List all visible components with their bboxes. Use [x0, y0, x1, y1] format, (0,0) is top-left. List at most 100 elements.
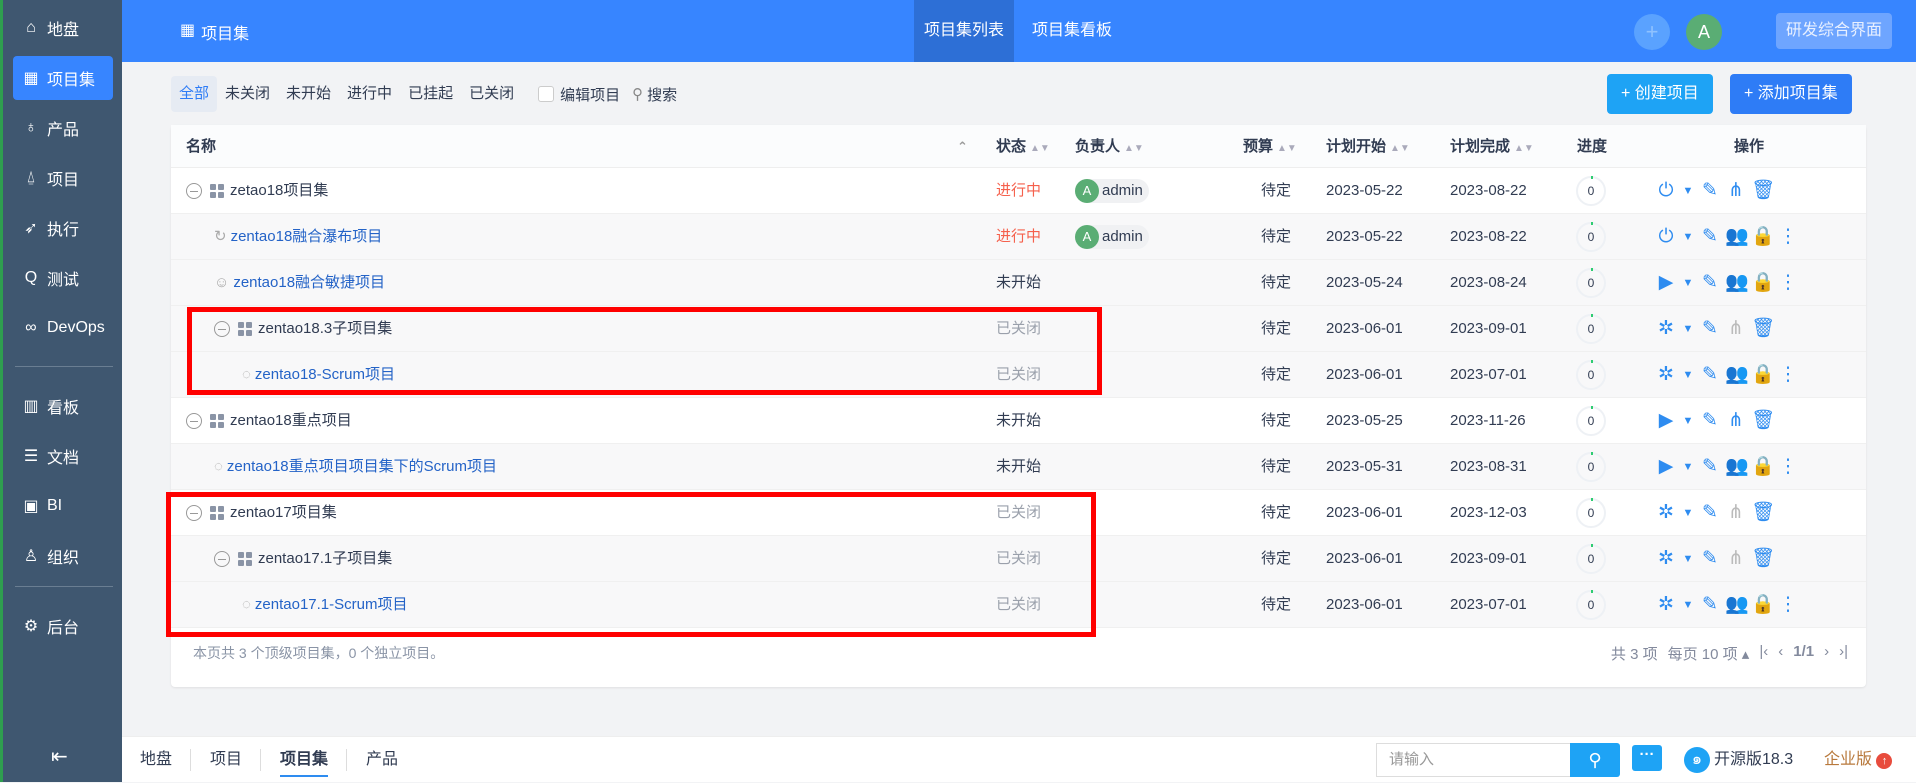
sidebar-item-6[interactable]: ∞ DevOps	[13, 306, 113, 350]
lock-icon[interactable]: 🔒	[1751, 444, 1775, 490]
link-product-icon[interactable]: ⋔	[1725, 306, 1747, 352]
tab-program-kanban[interactable]: 项目集看板	[1022, 0, 1122, 62]
enterprise-upgrade-link[interactable]: 企业版 ↑	[1824, 737, 1893, 783]
edit-icon[interactable]: ✎	[1699, 168, 1721, 214]
pager-per-page[interactable]: 每页 10 项 ▴	[1668, 643, 1750, 664]
sidebar-item-8[interactable]: ☰ 文档	[13, 434, 113, 478]
delete-icon[interactable]: 🗑	[1751, 168, 1775, 214]
switch-interface-button[interactable]: 研发综合界面	[1775, 13, 1892, 49]
sidebar-item-3[interactable]: ⍙ 项目	[13, 156, 113, 200]
project-name-link[interactable]: zentao17.1-Scrum项目	[255, 596, 408, 613]
team-icon[interactable]: 👥	[1725, 582, 1749, 628]
team-icon[interactable]: 👥	[1725, 352, 1749, 398]
more-icon[interactable]: ⋮	[1777, 352, 1799, 398]
bottom-nav-product[interactable]: 产品	[366, 737, 398, 783]
chat-icon[interactable]: ···	[1632, 745, 1662, 771]
project-name-link[interactable]: zentao18融合瀑布项目	[231, 228, 383, 245]
filter-unclosed[interactable]: 未关闭	[217, 76, 278, 112]
collapse-icon[interactable]	[186, 413, 202, 430]
create-project-button[interactable]: + 创建项目	[1607, 74, 1713, 114]
search-toggle[interactable]: 搜索	[647, 84, 677, 105]
start-icon[interactable]: ▶	[1655, 444, 1677, 490]
project-name-link[interactable]: zentao18-Scrum项目	[255, 366, 395, 383]
lock-icon[interactable]: 🔒	[1751, 582, 1775, 628]
edit-project-label[interactable]: 编辑项目	[560, 84, 620, 105]
edit-icon[interactable]: ✎	[1699, 306, 1721, 352]
tab-program-list[interactable]: 项目集列表	[914, 0, 1015, 62]
edit-icon[interactable]: ✎	[1699, 582, 1721, 628]
caret-down-icon[interactable]: ▼	[1681, 490, 1695, 536]
caret-down-icon[interactable]: ▼	[1681, 398, 1695, 444]
delete-icon[interactable]: 🗑	[1751, 536, 1775, 582]
delete-icon[interactable]: 🗑	[1751, 398, 1775, 444]
last-page-button[interactable]: ›|	[1839, 643, 1848, 664]
sidebar-item-11[interactable]: ⚙ 后台	[13, 604, 113, 648]
sidebar-item-1[interactable]: ▦ 项目集	[13, 56, 113, 100]
filter-doing[interactable]: 进行中	[339, 76, 400, 112]
lock-icon[interactable]: 🔒	[1751, 260, 1775, 306]
global-search-button[interactable]: ⚲	[1570, 743, 1620, 777]
lock-icon[interactable]: 🔒	[1751, 214, 1775, 260]
caret-down-icon[interactable]: ▼	[1681, 582, 1695, 628]
filter-suspended[interactable]: 已挂起	[400, 76, 461, 112]
activate-icon[interactable]: ✲	[1655, 582, 1677, 628]
global-search-input[interactable]: 请输入	[1376, 743, 1570, 777]
collapse-all-icon[interactable]: ⌃	[957, 125, 968, 168]
link-product-icon[interactable]: ⋔	[1725, 168, 1747, 214]
caret-down-icon[interactable]: ▼	[1681, 444, 1695, 490]
edit-icon[interactable]: ✎	[1699, 490, 1721, 536]
filter-all[interactable]: 全部	[171, 76, 218, 112]
link-product-icon[interactable]: ⋔	[1725, 398, 1747, 444]
col-name[interactable]: 名称	[186, 125, 216, 168]
edit-icon[interactable]: ✎	[1699, 260, 1721, 306]
collapse-icon[interactable]	[214, 551, 230, 568]
activate-icon[interactable]: ✲	[1655, 536, 1677, 582]
edit-icon[interactable]: ✎	[1699, 352, 1721, 398]
caret-down-icon[interactable]: ▼	[1681, 536, 1695, 582]
collapse-icon[interactable]	[186, 183, 202, 200]
caret-down-icon[interactable]: ▼	[1681, 306, 1695, 352]
team-icon[interactable]: 👥	[1725, 214, 1749, 260]
prev-page-button[interactable]: ‹	[1778, 643, 1783, 664]
activate-icon[interactable]: ✲	[1655, 490, 1677, 536]
filter-closed[interactable]: 已关闭	[461, 76, 522, 112]
first-page-button[interactable]: |‹	[1759, 643, 1768, 664]
search-icon[interactable]: ⚲	[632, 85, 643, 103]
power-icon[interactable]: ⏻	[1655, 214, 1677, 260]
col-end[interactable]: 计划完成 ▲▼	[1450, 125, 1534, 170]
next-page-button[interactable]: ›	[1824, 643, 1829, 664]
col-start[interactable]: 计划开始 ▲▼	[1326, 125, 1410, 170]
lock-icon[interactable]: 🔒	[1751, 352, 1775, 398]
sidebar-item-7[interactable]: ▥ 看板	[13, 384, 113, 428]
more-icon[interactable]: ⋮	[1777, 582, 1799, 628]
link-product-icon[interactable]: ⋔	[1725, 536, 1747, 582]
sidebar-item-10[interactable]: ♙ 组织	[13, 534, 113, 578]
link-product-icon[interactable]: ⋔	[1725, 490, 1747, 536]
add-program-button[interactable]: + 添加项目集	[1730, 74, 1852, 114]
project-name-link[interactable]: zentao18融合敏捷项目	[233, 274, 385, 291]
col-budget[interactable]: 预算 ▲▼	[1243, 125, 1297, 170]
bottom-nav-program[interactable]: 项目集	[280, 737, 329, 783]
start-icon[interactable]: ▶	[1655, 398, 1677, 444]
bottom-nav-project[interactable]: 项目	[210, 737, 242, 783]
bottom-nav-dashboard[interactable]: 地盘	[140, 737, 172, 783]
sidebar-item-4[interactable]: ➶ 执行	[13, 206, 113, 250]
project-name-link[interactable]: zentao18重点项目项目集下的Scrum项目	[227, 458, 497, 475]
quick-add-button[interactable]: +	[1634, 14, 1670, 50]
col-status[interactable]: 状态 ▲▼	[996, 125, 1050, 170]
sidebar-item-0[interactable]: ⌂ 地盘	[13, 6, 113, 50]
team-icon[interactable]: 👥	[1725, 260, 1749, 306]
team-icon[interactable]: 👥	[1725, 444, 1749, 490]
filter-wait[interactable]: 未开始	[278, 76, 339, 112]
sidebar-item-5[interactable]: Q 测试	[13, 256, 113, 300]
collapse-icon[interactable]	[214, 321, 230, 338]
more-icon[interactable]: ⋮	[1777, 214, 1799, 260]
edit-project-checkbox[interactable]	[538, 86, 555, 102]
more-icon[interactable]: ⋮	[1777, 444, 1799, 490]
edit-icon[interactable]: ✎	[1699, 398, 1721, 444]
caret-down-icon[interactable]: ▼	[1681, 260, 1695, 306]
caret-down-icon[interactable]: ▼	[1681, 352, 1695, 398]
more-icon[interactable]: ⋮	[1777, 260, 1799, 306]
delete-icon[interactable]: 🗑	[1751, 306, 1775, 352]
edit-icon[interactable]: ✎	[1699, 444, 1721, 490]
